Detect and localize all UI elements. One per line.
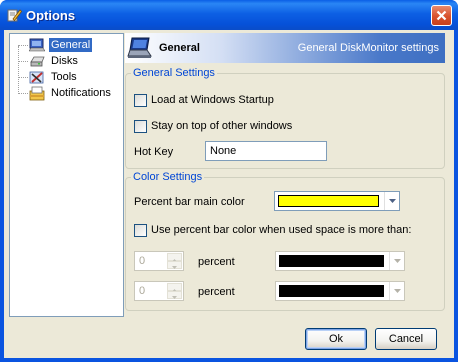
tree-branch-line <box>18 61 28 62</box>
tree-branch-line <box>18 77 28 78</box>
disk-drive-icon <box>30 56 45 67</box>
page-title: General <box>159 42 200 54</box>
pencil-options-icon <box>7 9 22 22</box>
spin-down-button[interactable] <box>167 291 182 299</box>
chevron-down-icon <box>394 259 401 263</box>
dropdown-arrow[interactable] <box>384 192 399 210</box>
chevron-down-icon <box>172 296 177 299</box>
options-tree[interactable]: General Disks Tools Notifications <box>9 33 124 317</box>
use-percent-color-checkbox[interactable] <box>134 224 147 237</box>
options-window: Options General Disks Tools Notification… <box>0 0 458 362</box>
hotkey-label: Hot Key <box>134 146 174 158</box>
dropdown-arrow[interactable] <box>389 252 404 270</box>
load-startup-checkbox[interactable] <box>134 94 147 107</box>
main-color-label: Percent bar main color <box>134 196 245 208</box>
color-settings-group: Color Settings Percent bar main color Us… <box>125 171 445 311</box>
window-title: Options <box>26 8 76 23</box>
tree-branch-line <box>18 45 28 46</box>
tree-item-label: Disks <box>51 55 78 67</box>
load-startup-label[interactable]: Load at Windows Startup <box>151 94 274 107</box>
tree-branch-line <box>18 93 28 94</box>
dropdown-arrow[interactable] <box>389 282 404 300</box>
cancel-button[interactable]: Cancel <box>375 328 437 350</box>
general-settings-group: General Settings Load at Windows Startup… <box>125 67 445 169</box>
percent-spinner-2[interactable]: 0 <box>134 281 184 301</box>
percent-color-picker-1[interactable] <box>275 251 405 271</box>
color-swatch <box>279 255 384 267</box>
percent-label: percent <box>198 256 235 268</box>
percent-label: percent <box>198 286 235 298</box>
chevron-down-icon <box>172 266 177 269</box>
title-bar[interactable]: Options <box>0 0 458 30</box>
group-legend: General Settings <box>131 67 217 80</box>
spinner-arrows <box>167 283 182 299</box>
laptop-icon <box>127 37 152 58</box>
color-swatch <box>279 285 384 297</box>
spinner-value: 0 <box>139 285 146 297</box>
stay-on-top-checkbox[interactable] <box>134 120 147 133</box>
spin-up-button[interactable] <box>167 283 182 292</box>
tree-item-label: General <box>49 38 93 52</box>
spinner-arrows <box>167 253 182 269</box>
color-swatch <box>278 195 379 207</box>
tree-item-label: Tools <box>51 71 77 83</box>
spinner-value: 0 <box>139 255 146 267</box>
close-button[interactable] <box>431 5 452 26</box>
dialog-client-area: General Disks Tools Notifications Genera… <box>4 30 454 358</box>
notification-tray-icon <box>29 86 45 101</box>
ok-button[interactable]: Ok <box>305 328 367 350</box>
stay-on-top-label[interactable]: Stay on top of other windows <box>151 120 292 133</box>
close-x-icon <box>436 10 447 21</box>
page-subtitle: General DiskMonitor settings <box>297 42 439 54</box>
spin-up-button[interactable] <box>167 253 182 262</box>
chevron-down-icon <box>389 199 396 203</box>
percent-spinner-1[interactable]: 0 <box>134 251 184 271</box>
group-legend: Color Settings <box>131 171 205 184</box>
tools-icon <box>29 71 44 84</box>
spin-down-button[interactable] <box>167 261 182 269</box>
percent-color-picker-2[interactable] <box>275 281 405 301</box>
page-header: General General DiskMonitor settings <box>125 33 445 63</box>
tree-item-label: Notifications <box>51 87 111 99</box>
monitor-icon <box>29 38 45 52</box>
hotkey-field[interactable]: None <box>205 141 327 161</box>
tree-connector <box>18 46 19 94</box>
main-color-picker[interactable] <box>274 191 400 211</box>
use-percent-color-label[interactable]: Use percent bar color when used space is… <box>151 224 411 237</box>
chevron-down-icon <box>394 289 401 293</box>
